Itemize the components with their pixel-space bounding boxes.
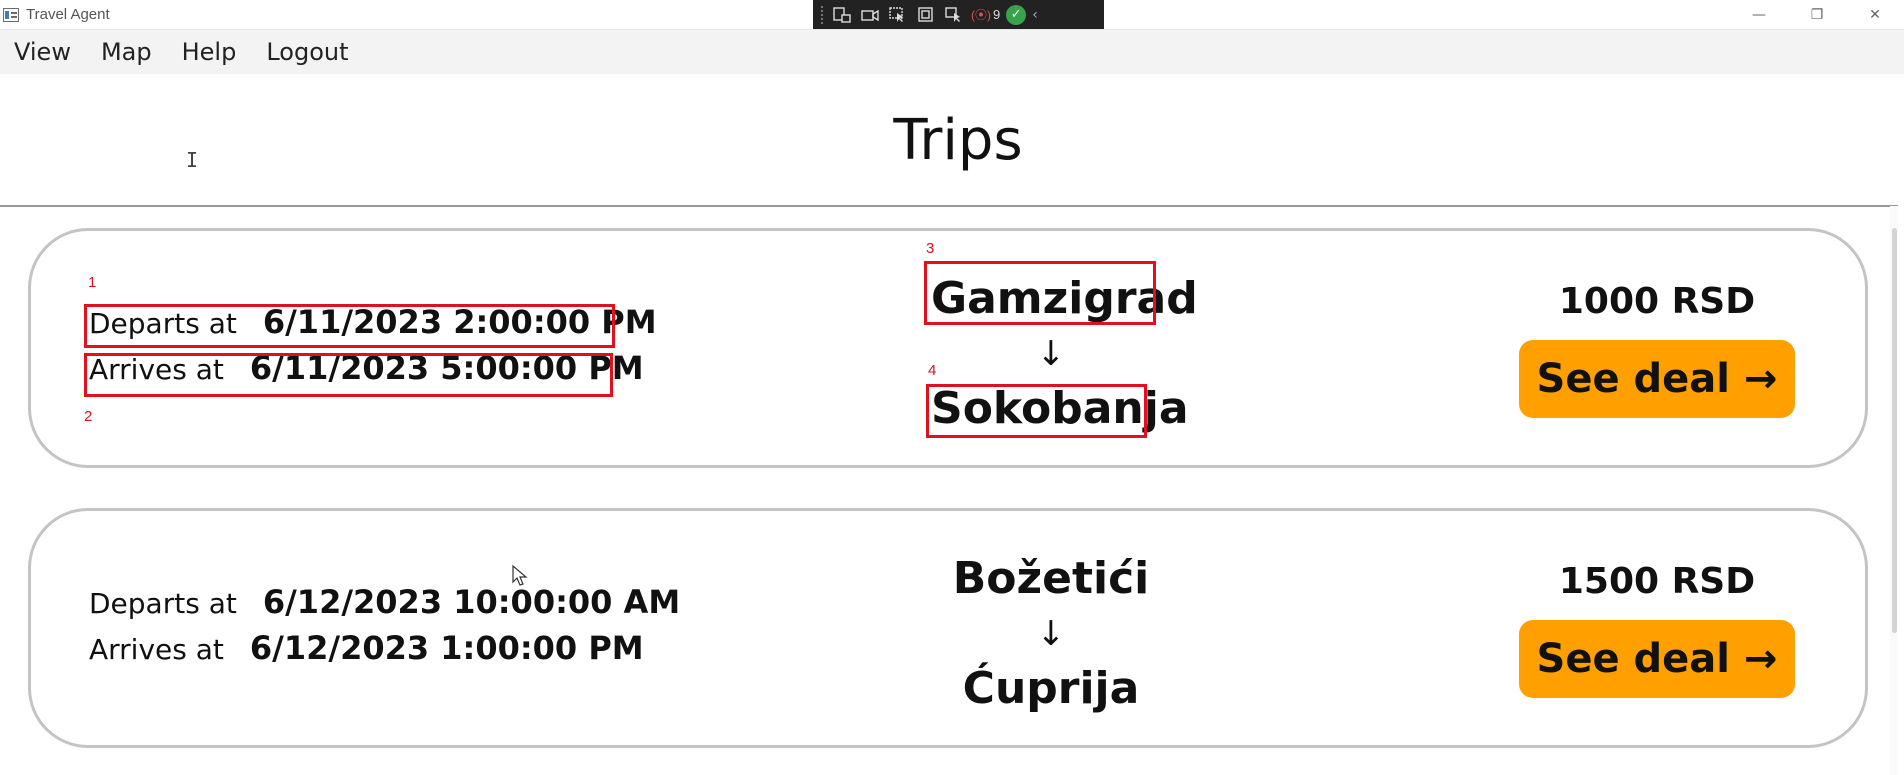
window-title: Travel Agent bbox=[26, 6, 110, 23]
departs-value: 6/12/2023 10:00:00 AM bbox=[262, 583, 681, 621]
app-icon bbox=[3, 8, 19, 22]
menu-bar: View Map Help Logout bbox=[0, 30, 1904, 74]
annotation-box-4 bbox=[926, 384, 1147, 438]
window-controls: — ❐ ✕ bbox=[1730, 0, 1904, 30]
annotation-box-3 bbox=[924, 261, 1156, 325]
binding-failures-indicator[interactable]: (⦿) 9 bbox=[971, 6, 1000, 23]
display-layout-adorners-icon[interactable] bbox=[915, 5, 937, 25]
arrives-label: Arrives at bbox=[89, 633, 224, 666]
annotation-box-2 bbox=[84, 353, 613, 397]
text-cursor-icon: I bbox=[186, 148, 199, 172]
annotation-number-3: 3 bbox=[926, 240, 935, 257]
arrival-row: Arrives at 6/12/2023 1:00:00 PM bbox=[89, 629, 680, 675]
menu-logout[interactable]: Logout bbox=[251, 38, 363, 66]
trip-price: 1000 RSD bbox=[1558, 281, 1756, 322]
restore-button[interactable]: ❐ bbox=[1788, 0, 1846, 30]
collapse-chevron-icon[interactable]: ‹ bbox=[1032, 7, 1038, 23]
menu-view[interactable]: View bbox=[14, 38, 86, 66]
close-button[interactable]: ✕ bbox=[1846, 0, 1904, 30]
see-deal-button[interactable]: See deal → bbox=[1519, 340, 1795, 418]
title-bar: Travel Agent (⦿) 9 ✓ ‹ — ❐ ✕ bbox=[0, 0, 1904, 30]
check-icon[interactable]: ✓ bbox=[1006, 4, 1027, 25]
trip-route: Božetići ↓ Ćuprija bbox=[931, 549, 1171, 719]
price-block: 1000 RSD See deal → bbox=[1519, 281, 1795, 418]
mouse-pointer-icon bbox=[512, 564, 528, 591]
scrollbar-thumb[interactable] bbox=[1892, 228, 1897, 633]
binding-failure-icon: (⦿) bbox=[971, 8, 991, 22]
live-tree-icon[interactable] bbox=[831, 5, 853, 25]
trip-times: Departs at 6/12/2023 10:00:00 AM Arrives… bbox=[89, 583, 680, 675]
annotation-number-1: 1 bbox=[88, 274, 97, 291]
annotation-number-4: 4 bbox=[928, 362, 937, 379]
see-deal-button[interactable]: See deal → bbox=[1519, 620, 1795, 698]
departure-row: Departs at 6/12/2023 10:00:00 AM bbox=[89, 583, 680, 629]
page-title: Trips bbox=[893, 108, 1023, 173]
price-block: 1500 RSD See deal → bbox=[1519, 561, 1795, 698]
header-divider bbox=[0, 205, 1898, 207]
minimize-button[interactable]: — bbox=[1730, 0, 1788, 30]
track-focus-icon[interactable] bbox=[943, 5, 965, 25]
grip-icon[interactable] bbox=[821, 5, 825, 24]
menu-map[interactable]: Map bbox=[86, 38, 167, 66]
menu-help[interactable]: Help bbox=[167, 38, 252, 66]
camera-icon[interactable] bbox=[859, 5, 881, 25]
origin-city: Božetići bbox=[952, 553, 1150, 604]
destination-city: Ćuprija bbox=[962, 663, 1140, 714]
annotation-box-1 bbox=[84, 304, 615, 348]
arrow-down-icon: ↓ bbox=[1036, 334, 1066, 374]
arrives-value: 6/12/2023 1:00:00 PM bbox=[249, 629, 644, 667]
select-element-icon[interactable] bbox=[887, 5, 909, 25]
arrow-down-icon: ↓ bbox=[1036, 614, 1066, 654]
trip-price: 1500 RSD bbox=[1558, 561, 1756, 602]
binding-failure-count: 9 bbox=[993, 7, 1001, 22]
departs-label: Departs at bbox=[89, 587, 237, 620]
annotation-number-2: 2 bbox=[84, 408, 93, 425]
debug-toolbar: (⦿) 9 ✓ ‹ bbox=[813, 0, 1104, 29]
trip-card: Departs at 6/12/2023 10:00:00 AM Arrives… bbox=[28, 508, 1868, 748]
